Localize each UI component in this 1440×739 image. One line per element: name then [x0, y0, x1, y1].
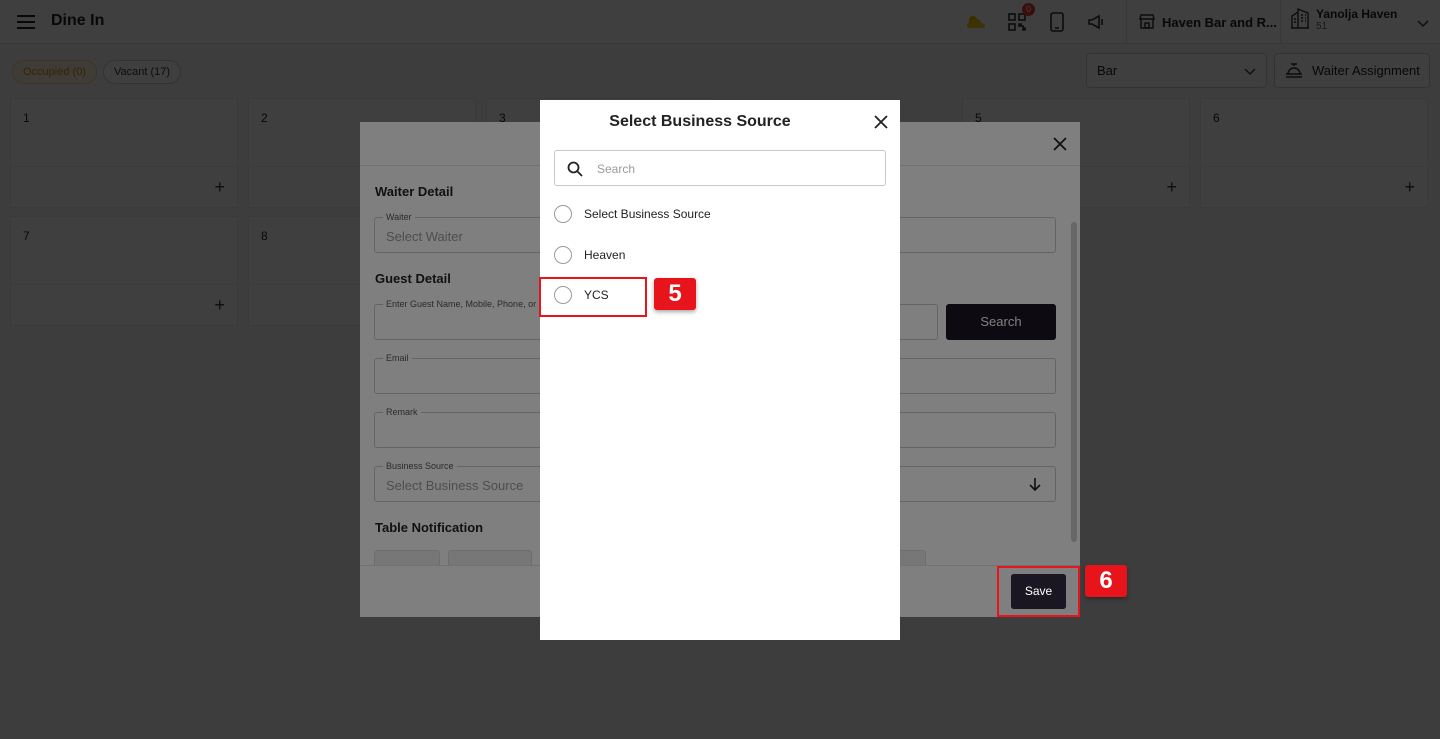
- search-icon: [567, 161, 583, 182]
- option-label: Select Business Source: [584, 207, 711, 221]
- business-source-search[interactable]: [554, 150, 886, 186]
- option-label: Heaven: [584, 248, 626, 262]
- option-select-business-source[interactable]: Select Business Source: [554, 202, 874, 226]
- highlight-box-ycs: [539, 277, 647, 317]
- radio-button[interactable]: [554, 205, 572, 223]
- option-heaven[interactable]: Heaven: [554, 243, 874, 267]
- business-source-modal: Select Business Source Select Business S…: [540, 100, 900, 640]
- modal-title: Select Business Source: [609, 113, 791, 130]
- radio-button[interactable]: [554, 246, 572, 264]
- search-input[interactable]: [597, 159, 867, 179]
- highlight-box-save: [997, 566, 1080, 617]
- step-badge-5: 5: [654, 278, 696, 310]
- close-icon[interactable]: [874, 115, 888, 129]
- step-badge-6: 6: [1085, 565, 1127, 597]
